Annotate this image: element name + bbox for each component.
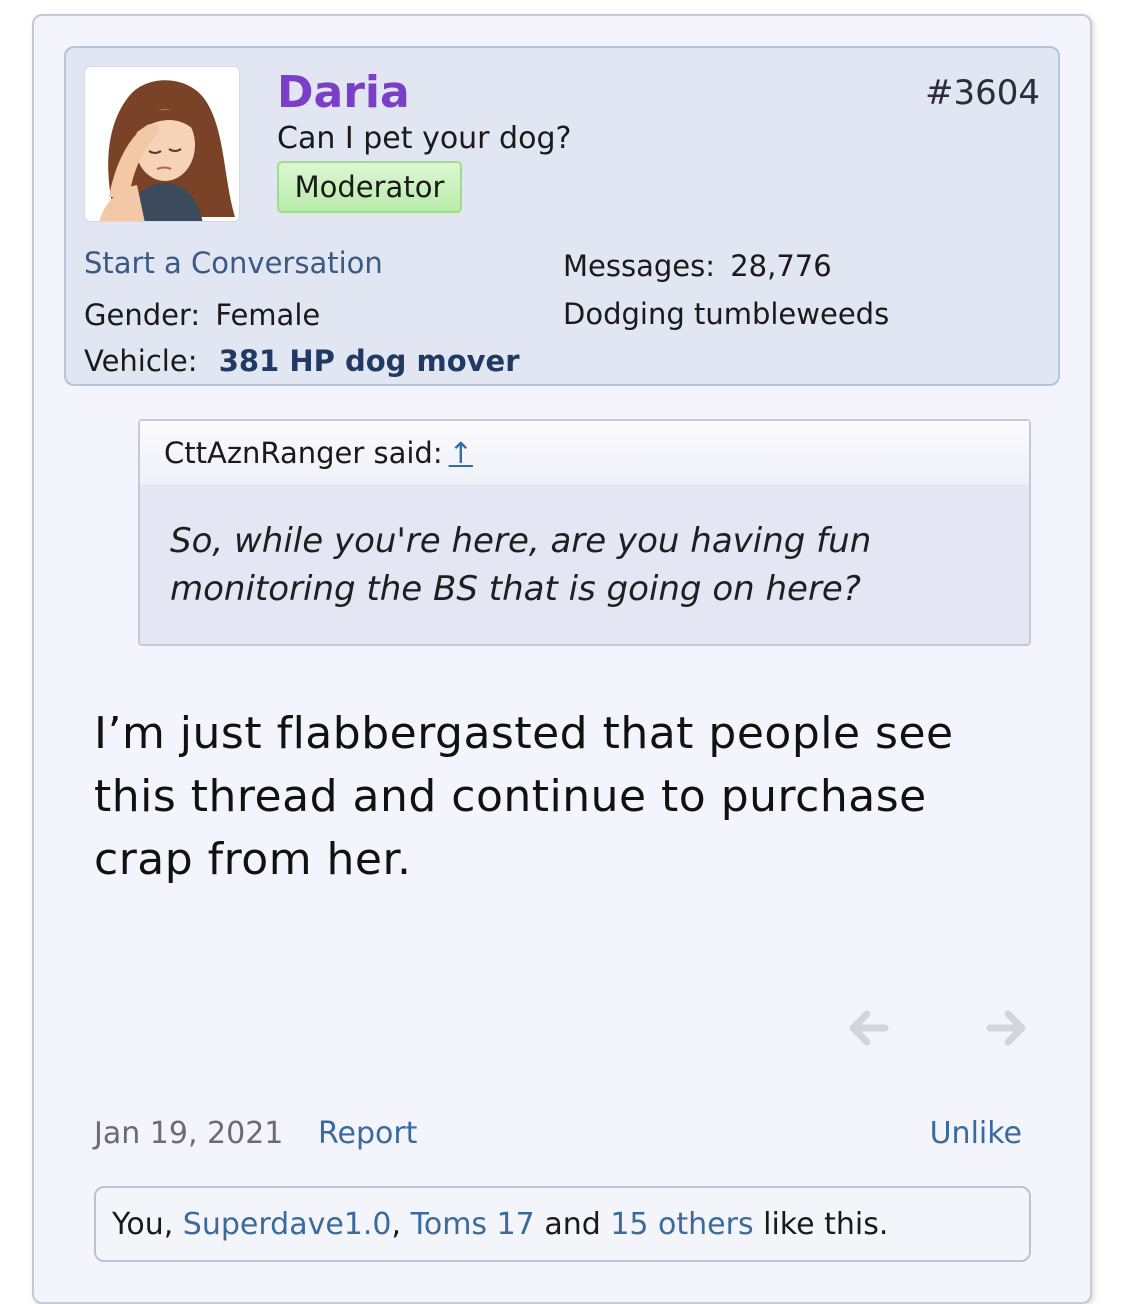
vehicle-label: Vehicle: — [84, 344, 198, 378]
messages-row: Messages: 28,776 — [563, 247, 832, 285]
gender-row: Gender: Female — [84, 296, 320, 334]
arrow-right-icon[interactable] — [984, 1004, 1032, 1052]
likes-others-link[interactable]: 15 others — [610, 1207, 753, 1242]
likes-suffix: like this. — [763, 1207, 889, 1242]
gender-value: Female — [215, 298, 321, 332]
likes-and: and — [544, 1207, 601, 1242]
messages-value: 28,776 — [730, 249, 832, 283]
likes-separator: , — [391, 1207, 402, 1242]
arrow-left-icon[interactable] — [843, 1004, 891, 1052]
moderator-badge: Moderator — [277, 161, 462, 213]
post-date[interactable]: Jan 19, 2021 — [94, 1114, 283, 1154]
likes-summary: You, Superdave1.0, Toms 17 and 15 others… — [94, 1186, 1031, 1262]
gender-label: Gender: — [84, 298, 201, 332]
quote-block: CttAznRanger said: ↑ So, while you're her… — [138, 419, 1031, 646]
quote-header: CttAznRanger said: ↑ — [140, 421, 1029, 486]
post-message: I’m just flabbergasted that people see t… — [94, 708, 954, 885]
likes-text: You, Superdave1.0, Toms 17 and 15 others… — [112, 1206, 888, 1244]
likes-you: You, — [112, 1207, 174, 1242]
vehicle-row: Vehicle: 381 HP dog mover — [84, 342, 520, 380]
likes-user-superdave[interactable]: Superdave1.0 — [183, 1207, 392, 1242]
avatar-illustration — [99, 80, 235, 221]
quote-author: CttAznRanger said: — [164, 436, 443, 470]
quote-jump-icon[interactable]: ↑ — [449, 436, 473, 470]
report-link[interactable]: Report — [318, 1114, 417, 1154]
user-status: Dodging tumbleweeds — [563, 297, 890, 331]
quote-attribution: CttAznRanger said: ↑ — [164, 435, 473, 471]
messages-label: Messages: — [563, 249, 715, 283]
quote-text: So, while you're here, are you having fu… — [170, 521, 872, 609]
unlike-link[interactable]: Unlike — [930, 1114, 1022, 1154]
likes-user-toms[interactable]: Toms 17 — [411, 1207, 535, 1242]
avatar[interactable] — [84, 66, 240, 222]
vehicle-value[interactable]: 381 HP dog mover — [219, 344, 520, 378]
username[interactable]: Daria — [277, 66, 410, 120]
post-number[interactable]: #3604 — [925, 72, 1040, 114]
start-conversation-link[interactable]: Start a Conversation — [84, 244, 383, 282]
user-title: Can I pet your dog? — [277, 121, 572, 156]
